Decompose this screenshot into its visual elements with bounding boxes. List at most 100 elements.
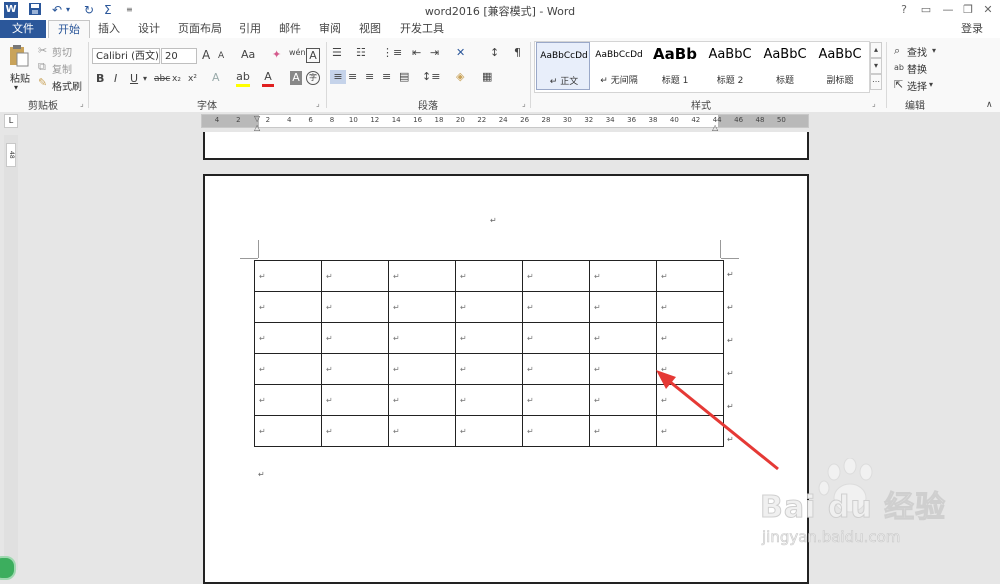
sort-icon[interactable]: ↕ <box>490 46 499 60</box>
table-cell[interactable]: ↵ <box>455 260 523 292</box>
ribbon-display-icon[interactable]: ▭ <box>918 2 934 18</box>
style-normal[interactable]: AaBbCcDd ↵ 正文 <box>536 42 590 90</box>
style-subtitle[interactable]: AaBbC 副标题 <box>813 42 867 90</box>
collapse-ribbon-icon[interactable]: ∧ <box>986 98 993 112</box>
show-marks-icon[interactable]: ¶ <box>514 46 521 60</box>
table-cell[interactable]: ↵ <box>656 322 724 354</box>
table-cell[interactable]: ↵ <box>388 353 456 385</box>
tab-page-layout[interactable]: 页面布局 <box>172 20 228 38</box>
align-center-button[interactable]: ≡ <box>348 70 357 84</box>
table-cell[interactable]: ↵ <box>388 384 456 416</box>
table-cell[interactable]: ↵ <box>388 291 456 323</box>
style-no-spacing[interactable]: AaBbCcDd ↵ 无间隔 <box>592 42 646 90</box>
table-cell[interactable]: ↵ <box>321 415 389 447</box>
styles-scroll-up-icon[interactable]: ▴ <box>870 42 882 58</box>
taskbar-badge-icon[interactable] <box>0 556 16 580</box>
highlight-icon[interactable]: ab <box>236 70 250 87</box>
font-name-combo[interactable]: Calibri (西文) <box>92 48 160 64</box>
tab-selector[interactable]: L <box>4 114 18 128</box>
paste-label[interactable]: 粘贴 <box>10 70 30 85</box>
find-icon[interactable]: ⌕ <box>894 44 900 58</box>
distribute-button[interactable]: ▤ <box>399 70 409 84</box>
font-size-combo[interactable]: 20 <box>161 48 197 64</box>
font-launcher-icon[interactable]: ⌟ <box>316 99 320 108</box>
styles-scroll-down-icon[interactable]: ▾ <box>870 58 882 74</box>
table-cell[interactable]: ↵ <box>388 260 456 292</box>
paste-dropdown-icon[interactable]: ▾ <box>14 83 18 92</box>
clear-formatting-icon[interactable]: ✦ <box>272 48 281 62</box>
tab-review[interactable]: 审阅 <box>312 20 348 38</box>
table-cell[interactable]: ↵ <box>522 260 590 292</box>
justify-button[interactable]: ≡ <box>382 70 391 84</box>
pinyin-guide-icon[interactable]: wén <box>289 46 306 60</box>
table-cell[interactable]: ↵ <box>321 291 389 323</box>
tab-developer[interactable]: 开发工具 <box>394 20 450 38</box>
shading-icon[interactable]: ◈ <box>456 70 464 84</box>
horizontal-ruler[interactable]: 4 2 2 4 6 8 10 12 14 16 18 20 22 24 26 28 30 32 34 36 38 40 42… <box>201 114 809 132</box>
bullets-icon[interactable]: ☰ <box>332 46 342 60</box>
table-cell[interactable]: ↵ <box>321 260 389 292</box>
table-cell[interactable]: ↵ <box>321 322 389 354</box>
align-right-button[interactable]: ≡ <box>365 70 374 84</box>
help-button[interactable]: ? <box>896 2 912 18</box>
close-button[interactable]: ✕ <box>980 2 996 18</box>
table-cell[interactable]: ↵ <box>589 353 657 385</box>
table-cell[interactable]: ↵ <box>254 260 322 292</box>
select-button[interactable]: 选择 <box>907 78 927 93</box>
find-button[interactable]: 查找 <box>907 44 927 59</box>
paragraph-launcher-icon[interactable]: ⌟ <box>522 99 526 108</box>
table-cell[interactable]: ↵ <box>455 353 523 385</box>
change-case-icon[interactable]: Aa <box>241 48 255 62</box>
char-shading-icon[interactable]: A <box>290 71 302 85</box>
superscript-button[interactable]: x² <box>188 72 197 86</box>
table-cell[interactable]: ↵ <box>254 384 322 416</box>
table-cell[interactable]: ↵ <box>589 291 657 323</box>
table-cell[interactable]: ↵ <box>522 322 590 354</box>
table-cell[interactable]: ↵ <box>254 291 322 323</box>
find-dropdown-icon[interactable]: ▾ <box>932 44 936 58</box>
table-cell[interactable]: ↵ <box>321 353 389 385</box>
numbering-icon[interactable]: ☷ <box>356 46 366 60</box>
tab-home[interactable]: 开始 <box>48 20 90 39</box>
table-cell[interactable]: ↵ <box>589 415 657 447</box>
table-cell[interactable]: ↵ <box>589 384 657 416</box>
vertical-ruler[interactable]: 48 <box>4 135 18 570</box>
chinese-layout-icon[interactable]: ✕ <box>456 46 465 60</box>
copy-icon[interactable]: ⧉ <box>38 60 46 74</box>
underline-dropdown-icon[interactable]: ▾ <box>143 72 147 86</box>
table-cell[interactable]: ↵ <box>589 322 657 354</box>
font-color-icon[interactable]: A <box>262 70 274 87</box>
table-cell[interactable]: ↵ <box>254 353 322 385</box>
table-cell[interactable]: ↵ <box>388 415 456 447</box>
tab-references[interactable]: 引用 <box>232 20 268 38</box>
table-cell[interactable]: ↵ <box>589 260 657 292</box>
style-heading-2[interactable]: AaBbC 标题 2 <box>703 42 757 90</box>
style-heading-1[interactable]: AaBb 标题 1 <box>648 42 702 90</box>
table-cell[interactable]: ↵ <box>254 415 322 447</box>
table-cell[interactable]: ↵ <box>455 415 523 447</box>
tab-design[interactable]: 设计 <box>130 20 168 38</box>
tab-mailings[interactable]: 邮件 <box>272 20 308 38</box>
restore-button[interactable]: ❐ <box>960 2 976 18</box>
table-cell[interactable]: ↵ <box>656 291 724 323</box>
align-left-button[interactable]: ≡ <box>330 70 346 84</box>
format-painter-icon[interactable]: ✎ <box>38 76 47 90</box>
increase-indent-icon[interactable]: ⇥ <box>430 46 439 60</box>
cut-icon[interactable]: ✂ <box>38 44 47 58</box>
table-cell[interactable]: ↵ <box>522 291 590 323</box>
table-cell[interactable]: ↵ <box>656 260 724 292</box>
text-effects-icon[interactable]: A <box>212 71 220 85</box>
borders-icon[interactable]: ▦ <box>482 70 492 84</box>
format-painter-button[interactable]: 格式刷 <box>52 78 82 93</box>
enclose-char-icon[interactable]: 字 <box>306 71 320 85</box>
styles-launcher-icon[interactable]: ⌟ <box>872 99 876 108</box>
styles-more-icon[interactable]: ⋯ <box>870 74 882 90</box>
table-cell[interactable]: ↵ <box>522 353 590 385</box>
grow-font-icon[interactable]: A <box>202 48 210 62</box>
paste-icon[interactable] <box>8 44 30 68</box>
strikethrough-button[interactable]: abc <box>154 72 170 86</box>
replace-button[interactable]: 替换 <box>907 61 927 76</box>
table-cell[interactable]: ↵ <box>455 384 523 416</box>
table-cell[interactable]: ↵ <box>455 322 523 354</box>
tab-insert[interactable]: 插入 <box>90 20 128 38</box>
